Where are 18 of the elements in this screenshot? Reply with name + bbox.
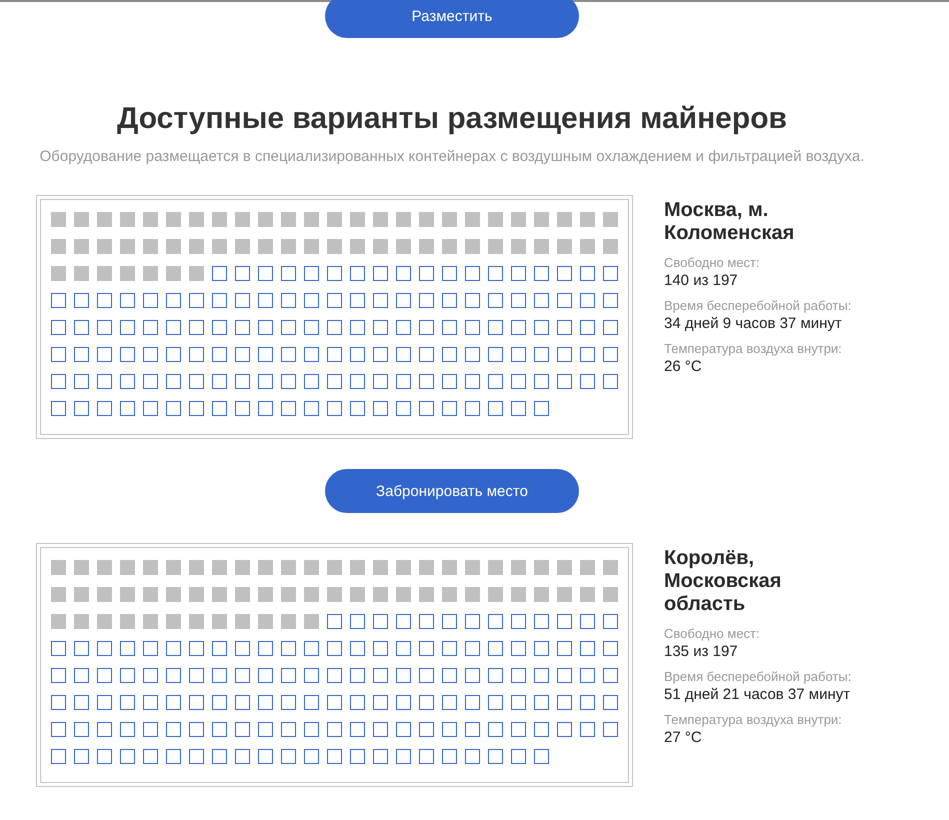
temperature-value: 26 °C [664, 358, 703, 375]
uptime-value: 51 дней 21 часов 37 минут [664, 686, 852, 703]
free-label: Свободно мест: [664, 255, 761, 270]
free-value: 140 из 197 [664, 272, 739, 289]
free-value: 135 из 197 [664, 643, 739, 660]
uptime-value: 34 дней 9 часов 37 минут [664, 315, 843, 332]
temperature-label: Температура воздуха внутри: [664, 341, 843, 356]
temperature-value: 27 °C [664, 729, 703, 746]
location-name: Москва, м. Коломенская [664, 199, 796, 245]
section-subtitle: Оборудование размещается в специализированных контейнерах с воздушным охлаждением и фильтрацией воздуха. [40, 148, 864, 165]
place-button[interactable]: Разместить [325, 0, 579, 38]
uptime-label: Время бесперебойной работы: [664, 669, 852, 684]
temperature-label: Температура воздуха внутри: [664, 712, 843, 727]
uptime-label: Время бесперебойной работы: [664, 298, 852, 313]
book-button[interactable]: Забронировать место [325, 469, 579, 513]
free-label: Свободно мест: [664, 626, 761, 641]
section-heading: Доступные варианты размещения майнеров [117, 102, 787, 136]
location-name: Королёв, Московская область [664, 547, 782, 616]
